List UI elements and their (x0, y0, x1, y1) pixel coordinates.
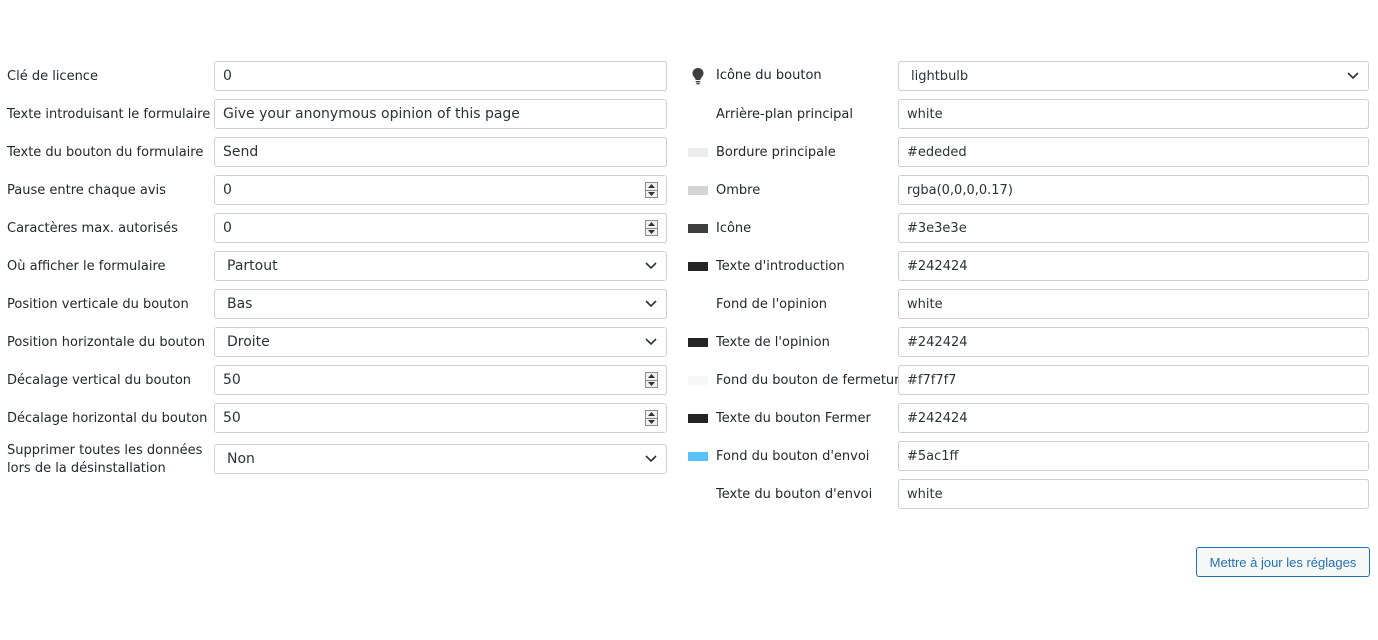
main-border-input[interactable]: #ededed (898, 137, 1369, 167)
main-background-label: Arrière-plan principal (716, 107, 853, 122)
main-background-input[interactable]: white (898, 99, 1369, 129)
license-key-label: Clé de licence (7, 69, 98, 84)
horizontal-position-select[interactable]: Droite (214, 327, 667, 357)
close-button-text-swatch (688, 414, 708, 423)
close-button-text-input[interactable]: #242424 (898, 403, 1369, 433)
button-icon-label: Icône du bouton (716, 68, 822, 83)
horizontal-offset-label: Décalage horizontal du bouton (7, 411, 208, 426)
send-button-background-input[interactable]: #5ac1ff (898, 441, 1369, 471)
send-button-background-swatch (688, 452, 708, 461)
opinion-text-swatch (688, 338, 708, 347)
opinion-background-input[interactable]: white (898, 289, 1369, 319)
chevron-down-icon (644, 335, 658, 349)
shadow-swatch (688, 186, 708, 195)
chevron-down-icon (644, 452, 658, 466)
send-button-background-label: Fond du bouton d'envoi (716, 449, 870, 464)
spin-down-icon[interactable] (646, 379, 657, 388)
spin-down-icon[interactable] (646, 227, 657, 236)
icon-color-label: Icône (716, 221, 752, 236)
max-chars-label: Caractères max. autorisés (7, 221, 178, 236)
update-settings-button[interactable]: Mettre à jour les réglages (1196, 547, 1370, 577)
intro-text-color-swatch (688, 262, 708, 271)
send-button-text-label: Texte du bouton d'envoi (716, 487, 873, 502)
vertical-offset-spinner[interactable] (645, 372, 658, 388)
horizontal-position-label: Position horizontale du bouton (7, 335, 206, 350)
vertical-position-label: Position verticale du bouton (7, 297, 189, 312)
shadow-label: Ombre (716, 183, 761, 198)
intro-text-color-label: Texte d'introduction (716, 259, 845, 274)
icon-color-input[interactable]: #3e3e3e (898, 213, 1369, 243)
intro-text-label: Texte introduisant le formulaire (7, 107, 211, 122)
vertical-offset-number-input[interactable]: 50 (214, 365, 667, 395)
main-border-label: Bordure principale (716, 145, 836, 160)
shadow-input[interactable]: rgba(0,0,0,0.17) (898, 175, 1369, 205)
intro-text-input[interactable]: Give your anonymous opinion of this page (214, 99, 667, 129)
max-chars-number-input[interactable]: 0 (214, 213, 667, 243)
max-chars-spinner[interactable] (645, 220, 658, 236)
pause-number-input[interactable]: 0 (214, 175, 667, 205)
horizontal-offset-number-input[interactable]: 50 (214, 403, 667, 433)
display-location-label: Où afficher le formulaire (7, 259, 166, 274)
vertical-offset-label: Décalage vertical du bouton (7, 373, 192, 388)
chevron-down-icon (644, 297, 658, 311)
chevron-down-icon (644, 259, 658, 273)
chevron-down-icon (1346, 69, 1360, 83)
opinion-background-label: Fond de l'opinion (716, 297, 828, 312)
display-location-select[interactable]: Partout (214, 251, 667, 281)
spin-down-icon[interactable] (646, 189, 657, 198)
close-button-background-label: Fond du bouton de fermeture (716, 373, 908, 388)
delete-on-uninstall-select[interactable]: Non (214, 444, 667, 474)
pause-label: Pause entre chaque avis (7, 183, 166, 198)
opinion-text-input[interactable]: #242424 (898, 327, 1369, 357)
horizontal-offset-spinner[interactable] (645, 410, 658, 426)
spin-down-icon[interactable] (646, 417, 657, 426)
pause-spinner[interactable] (645, 182, 658, 198)
icon-color-swatch (688, 224, 708, 233)
form-button-text-input[interactable]: Send (214, 137, 667, 167)
opinion-text-label: Texte de l'opinion (716, 335, 830, 350)
close-button-background-swatch (688, 376, 708, 385)
license-key-input[interactable]: 0 (214, 61, 667, 91)
close-button-background-input[interactable]: #f7f7f7 (898, 365, 1369, 395)
close-button-text-label: Texte du bouton Fermer (716, 411, 871, 426)
lightbulb-icon (690, 67, 706, 85)
button-icon-select[interactable]: lightbulb (898, 61, 1369, 91)
form-button-text-label: Texte du bouton du formulaire (7, 145, 204, 160)
vertical-position-select[interactable]: Bas (214, 289, 667, 319)
delete-on-uninstall-label: Supprimer toutes les données lors de la … (7, 443, 203, 476)
send-button-text-input[interactable]: white (898, 479, 1369, 509)
intro-text-color-input[interactable]: #242424 (898, 251, 1369, 281)
main-border-swatch (688, 148, 708, 157)
